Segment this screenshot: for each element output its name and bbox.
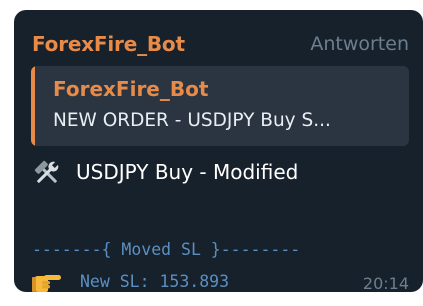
message-time: 20:14 [362, 274, 409, 293]
message-text: USDJPY Buy - Modified [76, 160, 299, 184]
pointing-hand-icon [32, 275, 61, 292]
quoted-sender: ForexFire_Bot [53, 77, 209, 101]
sender-name[interactable]: ForexFire_Bot [32, 32, 185, 56]
new-sl-value: New SL: 153.893 [80, 272, 230, 291]
sl-separator: -------{ Moved SL }-------- [32, 240, 301, 259]
quote-accent-bar [31, 66, 35, 146]
message-bubble[interactable]: ForexFire_Bot Antworten ForexFire_Bot NE… [14, 10, 423, 293]
reply-button[interactable]: Antworten [310, 33, 409, 55]
message-header: ForexFire_Bot Antworten [32, 32, 409, 62]
hammer-wrench-icon [34, 160, 60, 183]
quoted-text: NEW ORDER - USDJPY Buy S... [53, 110, 331, 131]
quoted-message[interactable]: ForexFire_Bot NEW ORDER - USDJPY Buy S..… [31, 66, 409, 146]
